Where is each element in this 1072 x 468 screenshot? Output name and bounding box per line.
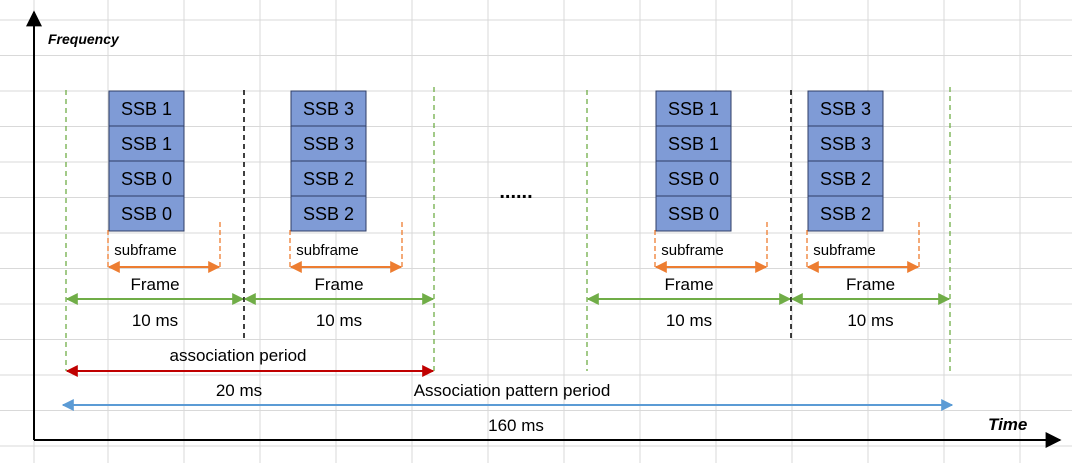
ssb-label: SSB 0 [668,204,719,224]
frame-label: Frame [664,275,713,294]
frame-duration: 10 ms [847,311,893,330]
ssb-label: SSB 0 [668,169,719,189]
frame-group: SSB 1SSB 1SSB 0SSB 0subframeFrame10 msSS… [65,87,435,371]
axes: Frequency Time [26,10,1062,448]
frame-group: SSB 1SSB 1SSB 0SSB 0subframeFrame10 msSS… [586,87,951,371]
frame-block: SSB 1 SSB 1 SSB 0 SSB 0 subframe Frame 10 ms [586,90,792,338]
association-period: association period 20 ms [65,346,435,400]
frame-duration: 10 ms [666,311,712,330]
subframe-label: subframe [114,242,177,259]
association-pattern-period-label: Association pattern period [414,381,611,400]
association-period-label: association period [169,346,306,365]
ssb-label: SSB 1 [668,99,719,119]
ssb-label: SSB 0 [121,169,172,189]
frame-duration: 10 ms [132,311,178,330]
ellipsis: ...... [499,181,532,203]
frame-label: Frame [846,275,895,294]
subframe-label: subframe [296,242,359,259]
ssb-label: SSB 2 [303,204,354,224]
frame-label: Frame [130,275,179,294]
ssb-label: SSB 3 [303,99,354,119]
x-axis-label: Time [988,415,1027,434]
association-period-duration: 20 ms [216,381,262,400]
ssb-label: SSB 1 [668,134,719,154]
ssb-label: SSB 3 [820,134,871,154]
ssb-label: SSB 2 [303,169,354,189]
frame-blocks: SSB 1SSB 1SSB 0SSB 0subframeFrame10 msSS… [65,87,951,371]
ssb-label: SSB 1 [121,134,172,154]
subframe-label: subframe [813,242,876,259]
frame-duration: 10 ms [316,311,362,330]
frame-block: SSB 3 SSB 3 SSB 2 SSB 2 subframe Frame 10 ms [790,87,951,371]
y-axis-label: Frequency [48,31,120,47]
ssb-label: SSB 3 [820,99,871,119]
subframe-label: subframe [661,242,724,259]
ssb-association-diagram: Frequency Time SSB 1 SSB 1 SSB 0 SSB 0 subfr… [0,0,1072,463]
frame-block: SSB 1 SSB 1 SSB 0 SSB 0 subframe Frame 10 ms [65,90,245,338]
ssb-label: SSB 2 [820,204,871,224]
ssb-label: SSB 0 [121,204,172,224]
frame-block: SSB 3 SSB 3 SSB 2 SSB 2 subframe Frame 10 ms [243,87,435,371]
frame-label: Frame [314,275,363,294]
ssb-label: SSB 2 [820,169,871,189]
association-pattern-period-duration: 160 ms [488,416,544,435]
diagram-canvas: Frequency Time SSB 1 SSB 1 SSB 0 SSB 0 subfr… [0,0,1072,463]
association-pattern-period: Association pattern period 160 ms [61,381,954,435]
ssb-label: SSB 1 [121,99,172,119]
ssb-label: SSB 3 [303,134,354,154]
